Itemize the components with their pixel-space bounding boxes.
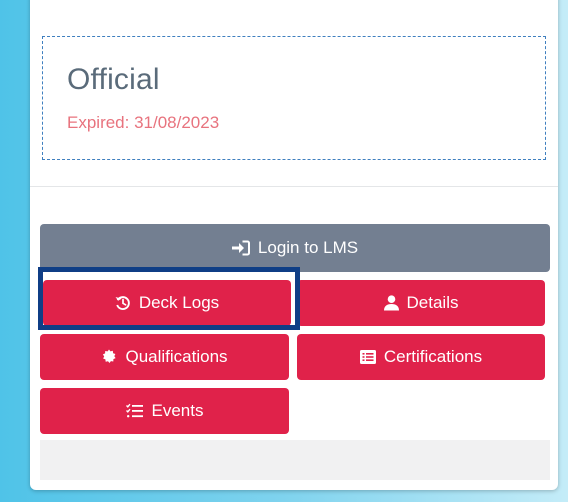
history-icon: [115, 295, 131, 311]
events-label: Events: [151, 401, 204, 420]
login-lms-button[interactable]: Login to LMS: [40, 224, 550, 272]
qualifications-button[interactable]: Qualifications: [40, 334, 289, 380]
details-button[interactable]: Details: [297, 280, 545, 326]
qualifications-label: Qualifications: [125, 347, 228, 366]
certifications-label: Certifications: [383, 347, 483, 366]
login-lms-label: Login to LMS: [257, 238, 359, 257]
details-label: Details: [406, 293, 459, 312]
footer-panel: [40, 440, 550, 480]
membership-box: Official Expired: 31/08/2023: [42, 36, 546, 160]
user-icon: [383, 295, 399, 311]
events-button[interactable]: Events: [40, 388, 289, 434]
certificate-icon: [101, 349, 117, 365]
certifications-button[interactable]: Certifications: [297, 334, 545, 380]
profile-card: Official Expired: 31/08/2023 Login to LM…: [30, 0, 558, 490]
sign-in-icon: [231, 240, 250, 256]
membership-title: Official: [67, 63, 160, 96]
membership-status: Expired: 31/08/2023: [67, 113, 220, 132]
list-alt-icon: [359, 350, 376, 364]
deck-logs-button[interactable]: Deck Logs: [43, 280, 291, 326]
checklist-icon: [125, 403, 144, 419]
divider: [30, 186, 558, 187]
deck-logs-label: Deck Logs: [138, 293, 220, 312]
